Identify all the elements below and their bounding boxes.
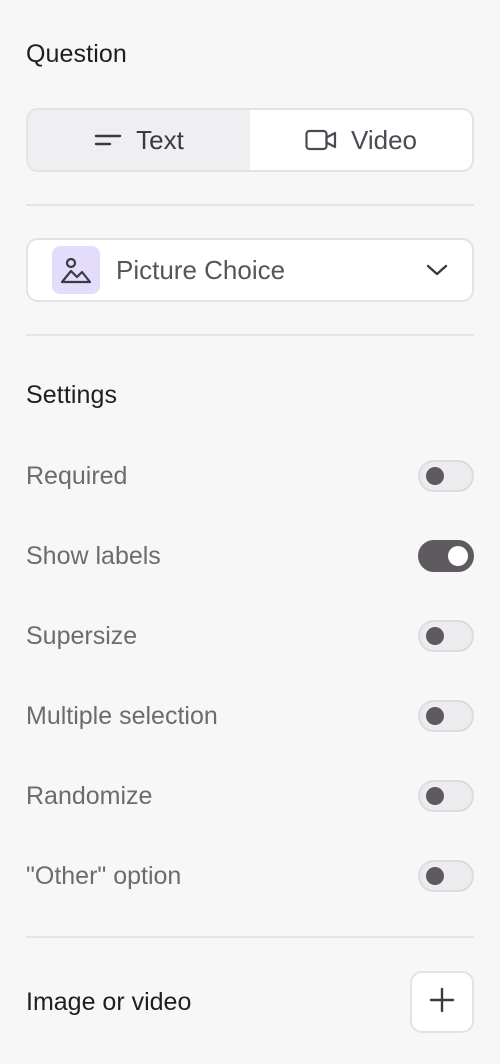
tab-video-label: Video: [350, 124, 418, 155]
question-type-value: Picture Choice: [116, 254, 286, 285]
multiple-selection-toggle[interactable]: [418, 700, 474, 732]
add-media-button[interactable]: [410, 971, 474, 1033]
divider: [26, 204, 474, 206]
toggle-knob: [426, 867, 444, 885]
question-format-toggle: Text Video: [26, 108, 474, 172]
tab-text-label: Text: [136, 124, 184, 155]
toggle-knob: [448, 546, 468, 566]
supersize-toggle[interactable]: [418, 620, 474, 652]
divider: [26, 936, 474, 938]
other-option-toggle[interactable]: [418, 860, 474, 892]
divider: [26, 334, 474, 336]
question-heading: Question: [26, 40, 127, 68]
chevron-down-icon: [426, 263, 448, 277]
setting-other-option: "Other" option: [26, 856, 474, 896]
toggle-knob: [426, 707, 444, 725]
toggle-knob: [426, 467, 444, 485]
text-lines-icon: [94, 132, 122, 148]
question-settings-panel: Question Text Video Picture Choice Setti…: [0, 0, 500, 1064]
plus-icon: [429, 987, 455, 1018]
setting-label: "Other" option: [26, 861, 182, 890]
picture-icon: [52, 246, 100, 294]
toggle-knob: [426, 627, 444, 645]
setting-required: Required: [26, 456, 474, 496]
setting-label: Show labels: [26, 541, 161, 570]
setting-multiple-selection: Multiple selection: [26, 696, 474, 736]
setting-randomize: Randomize: [26, 776, 474, 816]
image-or-video-row: Image or video: [26, 970, 474, 1034]
setting-supersize: Supersize: [26, 616, 474, 656]
setting-label: Supersize: [26, 621, 138, 650]
setting-label: Randomize: [26, 781, 153, 810]
settings-heading: Settings: [26, 381, 118, 409]
setting-show-labels: Show labels: [26, 536, 474, 576]
randomize-toggle[interactable]: [418, 780, 474, 812]
show-labels-toggle[interactable]: [418, 540, 474, 572]
toggle-knob: [426, 787, 444, 805]
setting-label: Multiple selection: [26, 701, 218, 730]
image-or-video-heading: Image or video: [26, 987, 192, 1016]
tab-text[interactable]: Text: [28, 110, 250, 170]
video-camera-icon: [305, 129, 337, 151]
question-type-select[interactable]: Picture Choice: [26, 238, 474, 302]
tab-video[interactable]: Video: [250, 110, 472, 170]
setting-label: Required: [26, 461, 128, 490]
required-toggle[interactable]: [418, 460, 474, 492]
